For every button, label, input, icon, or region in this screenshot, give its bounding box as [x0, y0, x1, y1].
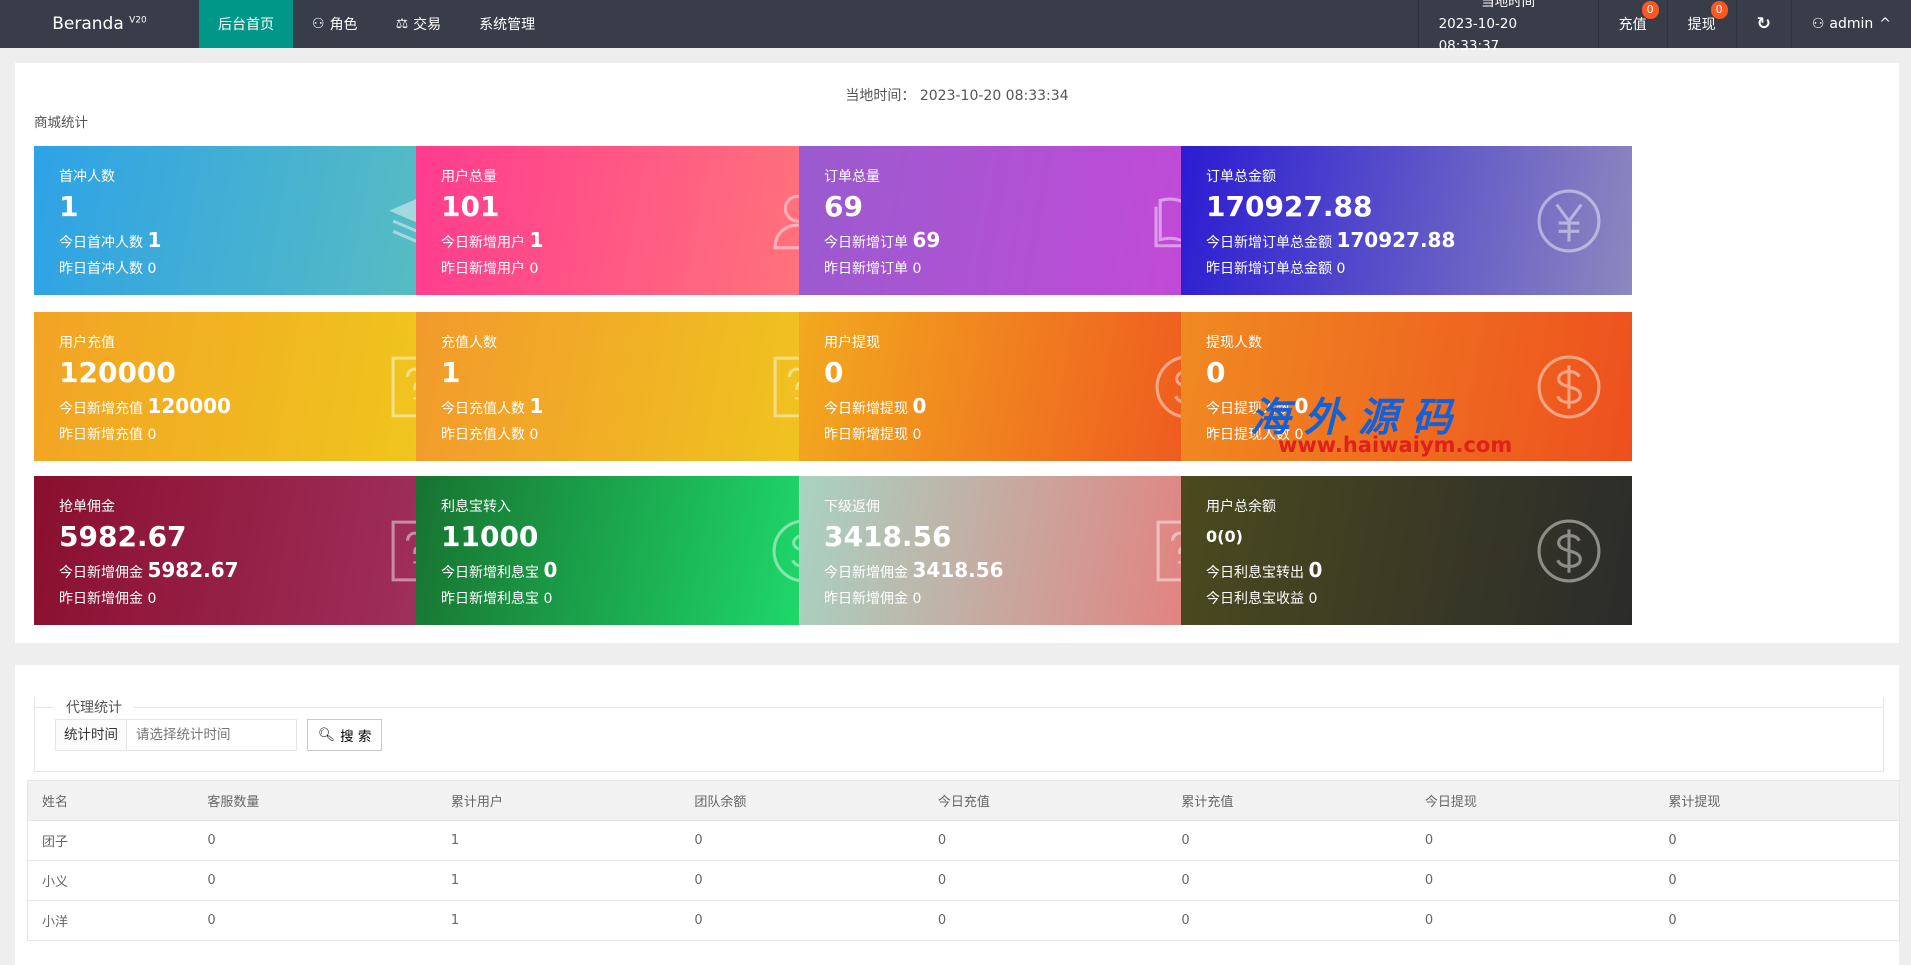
- card-yesterday: 昨日新增利息宝 0: [441, 591, 553, 607]
- table-cell: 0: [193, 900, 437, 941]
- table-cell: 0: [1410, 900, 1655, 941]
- card-title: 订单总金额: [1206, 169, 1276, 185]
- card-yesterday: 昨日首冲人数 0: [59, 261, 157, 277]
- recharge-button[interactable]: 充值 0: [1597, 0, 1667, 48]
- card-yesterday: 昨日新增订单 0: [824, 261, 922, 277]
- stat-card: 订单总金额 170927.88 今日新增订单总金额 170927.88 昨日新增…: [1181, 146, 1632, 295]
- refresh-button[interactable]: ↻: [1735, 0, 1791, 48]
- table-cell: 0: [193, 820, 437, 861]
- table-cell: 0: [1167, 820, 1411, 861]
- nav-roles[interactable]: ⚇ 角色: [293, 0, 377, 48]
- table-cell: 0: [680, 900, 924, 941]
- user-menu[interactable]: ⚇ admin ^: [1790, 0, 1911, 48]
- card-yesterday: 昨日新增充值 0: [59, 427, 157, 443]
- panel-title: 商城统计: [34, 115, 88, 131]
- table-row: 小洋 0 1 0 0 0 0 0: [27, 900, 1901, 941]
- stat-card: 用户总余额 0(0) 今日利息宝转出 0 今日利息宝收益 0: [1181, 476, 1632, 625]
- withdraw-badge: 0: [1710, 1, 1728, 19]
- card-title: 充值人数: [441, 335, 497, 351]
- card-title: 下级返佣: [824, 499, 880, 515]
- yen-icon: [1536, 188, 1602, 254]
- search-button[interactable]: 🔍︎ 搜 索: [307, 719, 383, 751]
- table-cell: 0: [1410, 820, 1655, 861]
- table-cell: 0: [1410, 860, 1655, 901]
- card-title: 用户提现: [824, 335, 880, 351]
- table-cell: 0: [1654, 820, 1901, 861]
- dollar-icon: [1536, 518, 1602, 584]
- card-title: 订单总量: [824, 169, 880, 185]
- column-header: 姓名: [27, 780, 194, 821]
- nav-home[interactable]: 后台首页: [199, 0, 293, 48]
- column-header: 今日充值: [923, 780, 1168, 821]
- table-cell: 0: [923, 860, 1168, 901]
- table-cell: 1: [436, 820, 681, 861]
- agent-table: 姓名 客服数量 累计用户 团队余额 今日充值 累计充值 今日提现 累计提现 团子 0 1 0 0 0 0 0 小…: [27, 780, 1901, 941]
- column-header: 客服数量: [193, 780, 437, 821]
- card-title: 提现人数: [1206, 335, 1262, 351]
- table-cell: 1: [436, 900, 681, 941]
- table-cell: 0: [680, 820, 924, 861]
- table-cell: 0: [923, 820, 1168, 861]
- table-cell: 0: [1654, 900, 1901, 941]
- watermark-url: www.haiwaiym.com: [1278, 433, 1513, 457]
- table-cell: 0: [923, 900, 1168, 941]
- table-cell: 小洋: [27, 900, 194, 941]
- nav-system[interactable]: 系统管理: [460, 0, 554, 48]
- stats-panel: 当地时间： 2023-10-20 08:33:34 商城统计 首冲人数 1 今日…: [15, 63, 1899, 643]
- logo[interactable]: Beranda V20: [0, 14, 199, 34]
- table-cell: 0: [1167, 860, 1411, 901]
- local-time-display: 当地时间： 2023-10-20 08:33:34: [845, 88, 1069, 104]
- scale-icon: ⚖: [395, 16, 409, 32]
- table-cell: 0: [1167, 900, 1411, 941]
- recharge-badge: 0: [1641, 1, 1659, 19]
- agent-panel: 代理统计 统计时间 🔍︎搜 索 姓名客服数量累计用户团队余额今日充值累计充值今日…: [15, 665, 1901, 965]
- card-yesterday: 昨日新增订单总金额 0: [1206, 261, 1346, 277]
- top-bar: Beranda V20 后台首页 ⚇ 角色 ⚖ 交易 系统管理 当地时间 2023-1…: [0, 0, 1911, 54]
- column-header: 累计用户: [436, 780, 681, 821]
- user-icon: ⚇: [1811, 16, 1825, 32]
- card-yesterday: 昨日新增佣金 0: [59, 591, 157, 607]
- column-header: 累计充值: [1167, 780, 1411, 821]
- user-icon: ⚇: [312, 16, 325, 32]
- column-header: 今日提现: [1410, 780, 1655, 821]
- card-title: 首冲人数: [59, 169, 115, 185]
- card-yesterday: 今日利息宝收益 0: [1206, 591, 1318, 607]
- withdraw-button[interactable]: 提现 0: [1666, 0, 1736, 48]
- table-cell: 团子: [27, 820, 194, 861]
- card-title: 利息宝转入: [441, 499, 511, 515]
- table-cell: 0: [193, 860, 437, 901]
- card-yesterday: 昨日充值人数 0: [441, 427, 539, 443]
- nav-trade[interactable]: ⚖ 交易: [377, 0, 461, 48]
- time-input[interactable]: [127, 719, 297, 751]
- table-cell: 小义: [27, 860, 194, 901]
- table-row: 团子 0 1 0 0 0 0 0: [27, 820, 1901, 861]
- chevron-up-icon: ^: [1879, 16, 1891, 32]
- table-cell: 0: [1654, 860, 1901, 901]
- table-cell: 0: [680, 860, 924, 901]
- table-cell: 1: [436, 860, 681, 901]
- card-title: 抢单佣金: [59, 499, 115, 515]
- card-yesterday: 昨日新增提现 0: [824, 427, 922, 443]
- search-form: 统计时间 🔍︎搜 索: [55, 719, 383, 751]
- search-icon: 🔍︎: [318, 727, 336, 743]
- column-header: 累计提现: [1654, 780, 1901, 821]
- card-yesterday: 昨日新增佣金 0: [824, 591, 922, 607]
- dollar-icon: [1536, 354, 1602, 420]
- card-title: 用户充值: [59, 335, 115, 351]
- time-label: 统计时间: [55, 719, 127, 751]
- local-time: 当地时间 2023-10-20 08:33:37: [1417, 0, 1598, 54]
- card-title: 用户总量: [441, 169, 497, 185]
- refresh-icon: ↻: [1756, 14, 1771, 34]
- card-yesterday: 昨日新增用户 0: [441, 261, 539, 277]
- column-header: 团队余额: [680, 780, 924, 821]
- card-title: 用户总余额: [1206, 499, 1276, 515]
- table-row: 小义 0 1 0 0 0 0 0: [27, 860, 1901, 901]
